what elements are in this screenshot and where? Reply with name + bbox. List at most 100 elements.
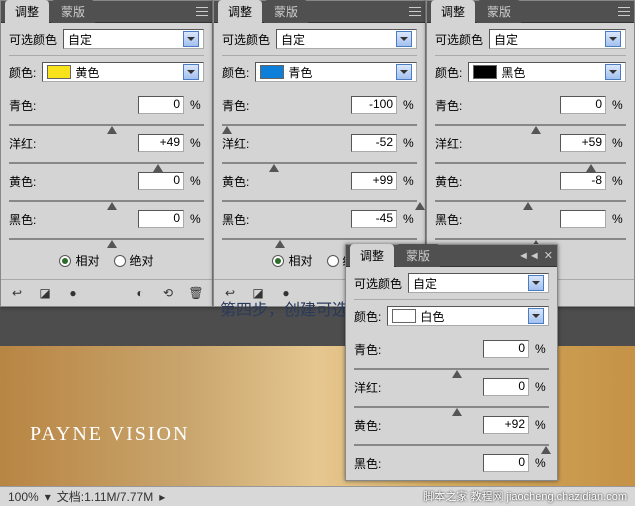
magenta-slider[interactable] bbox=[222, 154, 417, 172]
cyan-slider[interactable] bbox=[222, 116, 417, 134]
yellow-label: 黄色: bbox=[435, 173, 469, 190]
yellow-input[interactable]: -8 bbox=[560, 172, 606, 190]
panel-menu-icon[interactable] bbox=[409, 6, 421, 18]
close-icon[interactable]: ✕ bbox=[544, 249, 553, 262]
selective-color-label: 可选颜色 bbox=[222, 31, 270, 48]
panel-tabs: 调整 蒙版 bbox=[427, 1, 634, 23]
chevron-down-icon[interactable] bbox=[528, 275, 544, 291]
chevron-down-icon[interactable] bbox=[528, 308, 544, 324]
black-input[interactable]: 0 bbox=[483, 454, 529, 472]
tab-mask[interactable]: 蒙版 bbox=[477, 0, 521, 23]
tab-adjust[interactable]: 调整 bbox=[5, 0, 49, 23]
zoom-level[interactable]: 100% bbox=[8, 490, 39, 504]
black-label: 黑色: bbox=[222, 211, 256, 228]
tab-adjust[interactable]: 调整 bbox=[350, 244, 394, 267]
cyan-label: 青色: bbox=[435, 97, 469, 114]
collapse-icon[interactable]: ◄◄ bbox=[518, 250, 540, 262]
black-label: 黑色: bbox=[435, 211, 469, 228]
relative-radio[interactable]: 相对 bbox=[59, 252, 99, 269]
black-label: 黑色: bbox=[354, 455, 388, 472]
magenta-slider[interactable] bbox=[354, 398, 549, 416]
color-dropdown[interactable]: 白色 bbox=[387, 306, 549, 326]
colors-label: 颜色: bbox=[354, 308, 381, 325]
cyan-input[interactable]: 0 bbox=[483, 340, 529, 358]
color-dropdown[interactable]: 黑色 bbox=[468, 62, 626, 82]
cyan-input[interactable]: 0 bbox=[138, 96, 184, 114]
yellow-input[interactable]: +92 bbox=[483, 416, 529, 434]
colors-label: 颜色: bbox=[222, 64, 249, 81]
tab-mask[interactable]: 蒙版 bbox=[264, 0, 308, 23]
tab-adjust[interactable]: 调整 bbox=[218, 0, 262, 23]
return-icon[interactable]: ↩ bbox=[7, 284, 27, 302]
trash-icon[interactable]: 🗑 bbox=[186, 284, 206, 302]
clip-icon[interactable]: ◐ bbox=[130, 284, 150, 302]
tab-mask[interactable]: 蒙版 bbox=[51, 0, 95, 23]
panel-menu-icon[interactable] bbox=[196, 6, 208, 18]
magenta-input[interactable]: -52 bbox=[351, 134, 397, 152]
cyan-label: 青色: bbox=[354, 341, 388, 358]
preset-dropdown[interactable]: 自定 bbox=[408, 273, 549, 293]
black-input[interactable]: -45 bbox=[351, 210, 397, 228]
chevron-down-icon[interactable] bbox=[183, 64, 199, 80]
preset-dropdown[interactable]: 自定 bbox=[63, 29, 204, 49]
cyan-input[interactable]: 0 bbox=[560, 96, 606, 114]
selective-color-label: 可选颜色 bbox=[354, 275, 402, 292]
color-swatch bbox=[473, 65, 497, 79]
chevron-down-icon[interactable] bbox=[605, 64, 621, 80]
panel-tabs: 调整 蒙版 ◄◄ ✕ bbox=[346, 245, 557, 267]
chevron-right-icon[interactable]: ▸ bbox=[159, 490, 165, 504]
preset-dropdown[interactable]: 自定 bbox=[489, 29, 626, 49]
preset-value: 自定 bbox=[68, 31, 92, 48]
yellow-slider[interactable] bbox=[9, 192, 204, 210]
panel-tabs: 调整 蒙版 bbox=[1, 1, 212, 23]
cyan-label: 青色: bbox=[9, 97, 43, 114]
doc-size: 文档:1.11M/7.77M bbox=[57, 488, 153, 505]
yellow-label: 黄色: bbox=[354, 417, 388, 434]
color-value: 黄色 bbox=[75, 64, 99, 81]
chevron-down-icon[interactable] bbox=[396, 31, 412, 47]
watermark-text: PAYNE VISION bbox=[30, 423, 189, 446]
yellow-slider[interactable] bbox=[222, 192, 417, 210]
magenta-slider[interactable] bbox=[435, 154, 626, 172]
color-swatch bbox=[392, 309, 416, 323]
magenta-input[interactable]: +59 bbox=[560, 134, 606, 152]
black-input[interactable]: 0 bbox=[138, 210, 184, 228]
magenta-label: 洋红: bbox=[354, 379, 388, 396]
visibility-icon[interactable]: ● bbox=[63, 284, 83, 302]
panel-window-controls: ◄◄ ✕ bbox=[518, 249, 553, 262]
layer-icon[interactable]: ◪ bbox=[35, 284, 55, 302]
yellow-label: 黄色: bbox=[222, 173, 256, 190]
chevron-down-icon[interactable] bbox=[396, 64, 412, 80]
magenta-slider[interactable] bbox=[9, 154, 204, 172]
magenta-label: 洋红: bbox=[222, 135, 256, 152]
cyan-slider[interactable] bbox=[354, 360, 549, 378]
chevron-down-icon[interactable] bbox=[605, 31, 621, 47]
black-slider[interactable] bbox=[9, 230, 204, 248]
cyan-input[interactable]: -100 bbox=[351, 96, 397, 114]
tab-adjust[interactable]: 调整 bbox=[431, 0, 475, 23]
tab-mask[interactable]: 蒙版 bbox=[396, 244, 440, 267]
yellow-input[interactable]: 0 bbox=[138, 172, 184, 190]
reset-icon[interactable]: ⟲ bbox=[158, 284, 178, 302]
preset-dropdown[interactable]: 自定 bbox=[276, 29, 417, 49]
yellow-slider[interactable] bbox=[354, 436, 549, 454]
color-dropdown[interactable]: 青色 bbox=[255, 62, 417, 82]
color-dropdown[interactable]: 黄色 bbox=[42, 62, 204, 82]
cyan-slider[interactable] bbox=[435, 116, 626, 134]
panel-tabs: 调整 蒙版 bbox=[214, 1, 425, 23]
absolute-radio[interactable]: 绝对 bbox=[114, 252, 154, 269]
cyan-slider[interactable] bbox=[9, 116, 204, 134]
black-label: 黑色: bbox=[9, 211, 43, 228]
panel-menu-icon[interactable] bbox=[618, 6, 630, 18]
black-input[interactable] bbox=[560, 210, 606, 228]
magenta-label: 洋红: bbox=[9, 135, 43, 152]
chevron-down-icon[interactable]: ▾ bbox=[45, 490, 51, 504]
relative-radio[interactable]: 相对 bbox=[272, 252, 312, 269]
color-swatch bbox=[47, 65, 71, 79]
yellow-input[interactable]: +99 bbox=[351, 172, 397, 190]
magenta-input[interactable]: 0 bbox=[483, 378, 529, 396]
panel-footer: ↩ ◪ ● ◐ ⟲ 🗑 bbox=[1, 279, 212, 306]
yellow-slider[interactable] bbox=[435, 192, 626, 210]
magenta-input[interactable]: +49 bbox=[138, 134, 184, 152]
chevron-down-icon[interactable] bbox=[183, 31, 199, 47]
